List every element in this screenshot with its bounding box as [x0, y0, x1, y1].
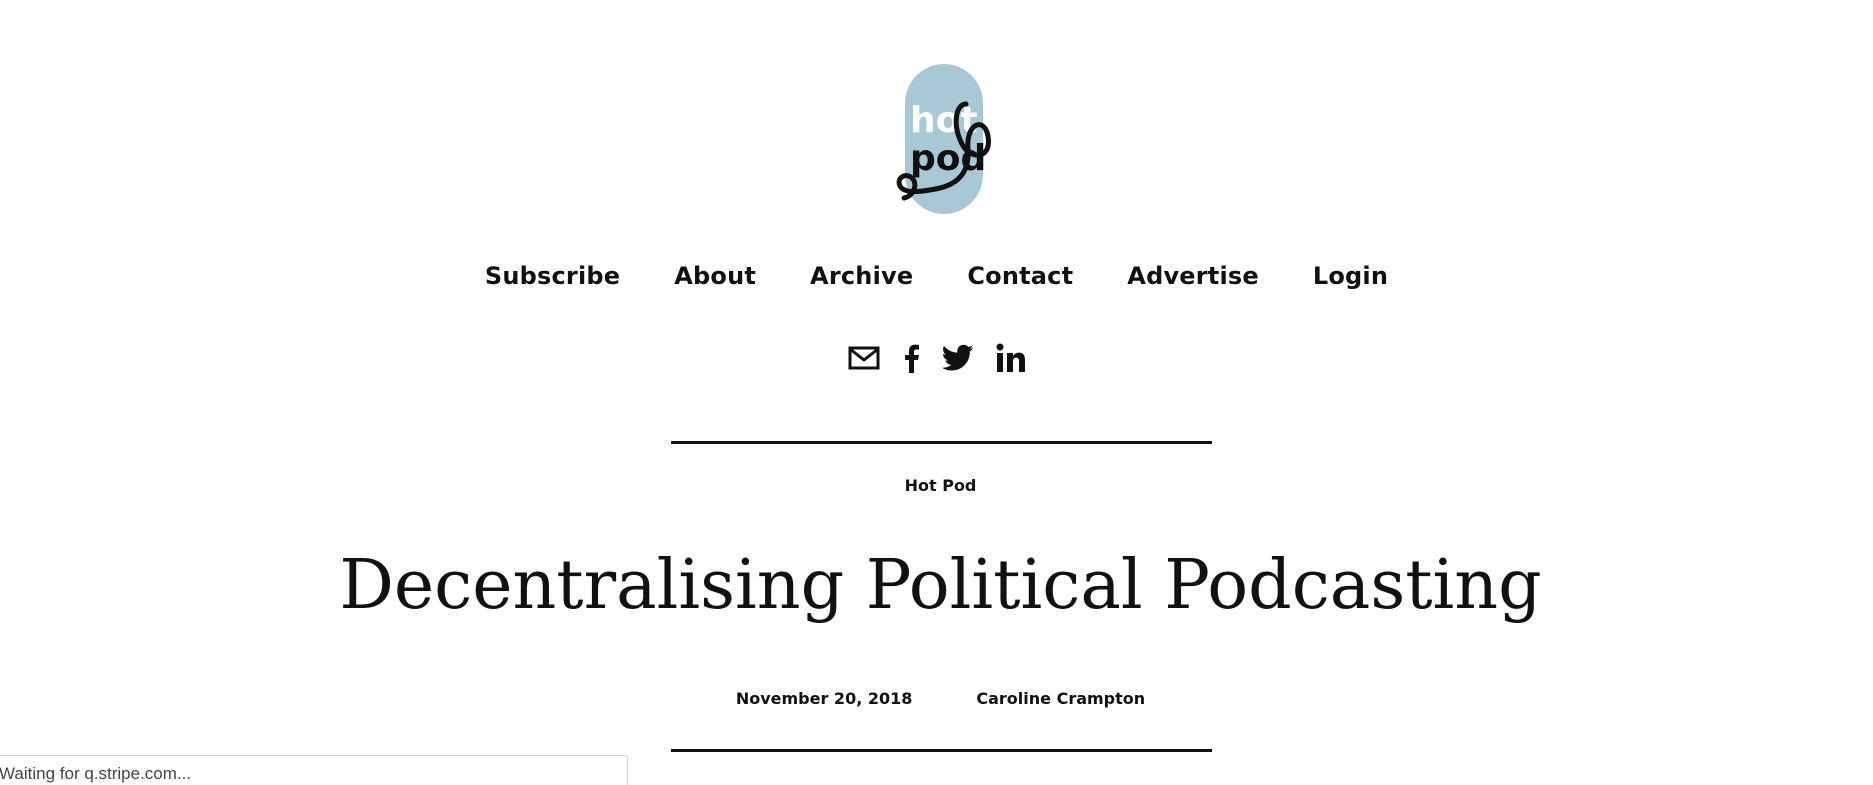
- nav-login[interactable]: Login: [1313, 262, 1388, 290]
- svg-text:pod: pod: [910, 138, 986, 179]
- post-title: Decentralising Political Podcasting: [339, 546, 1542, 625]
- linkedin-link[interactable]: [996, 340, 1026, 376]
- nav-archive[interactable]: Archive: [810, 262, 913, 290]
- browser-status-bar: Waiting for q.stripe.com...: [0, 755, 628, 785]
- post-meta: November 20, 2018 Caroline Crampton: [0, 689, 1873, 708]
- post-author[interactable]: Caroline Crampton: [976, 689, 1145, 708]
- post-section-label[interactable]: Hot Pod: [0, 476, 1873, 495]
- divider-top: [671, 441, 1212, 444]
- nav-advertise[interactable]: Advertise: [1127, 262, 1259, 290]
- main-nav: Subscribe About Archive Contact Advertis…: [0, 262, 1873, 290]
- nav-about[interactable]: About: [674, 262, 756, 290]
- browser-status-text: Waiting for q.stripe.com...: [0, 764, 192, 783]
- logo-image: hot pod: [896, 64, 991, 214]
- twitter-icon: [941, 344, 973, 371]
- nav-subscribe[interactable]: Subscribe: [485, 262, 620, 290]
- nav-contact[interactable]: Contact: [967, 262, 1073, 290]
- twitter-link[interactable]: [941, 340, 974, 376]
- divider-bottom: [671, 749, 1212, 752]
- social-links: [0, 340, 1873, 376]
- email-icon: [848, 346, 879, 370]
- post-date: November 20, 2018: [735, 689, 913, 708]
- hot-pod-logo[interactable]: hot pod: [896, 64, 992, 214]
- email-link[interactable]: [848, 340, 880, 376]
- linkedin-icon: [996, 343, 1025, 372]
- facebook-icon: [904, 344, 919, 373]
- facebook-link[interactable]: [902, 340, 920, 376]
- page: hot pod Subscribe About Archive Contact …: [0, 0, 1873, 785]
